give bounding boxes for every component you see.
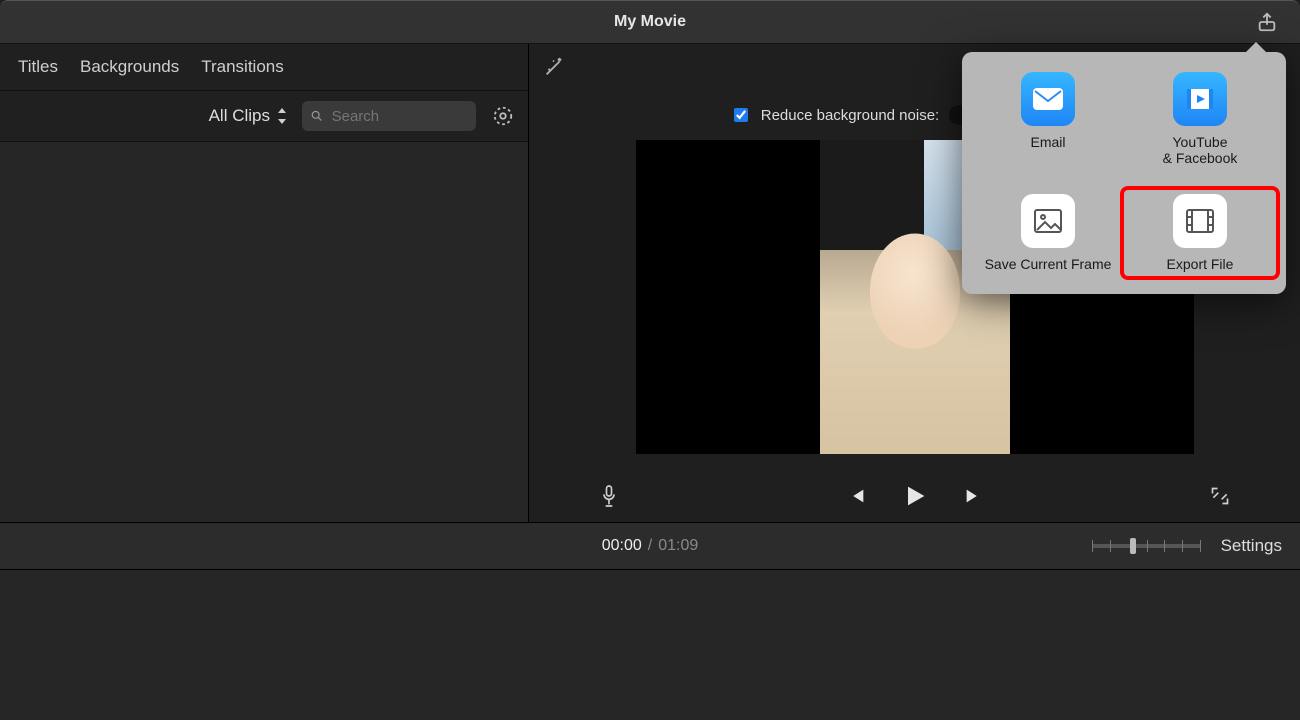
enhance-button[interactable] bbox=[543, 56, 565, 78]
image-icon bbox=[1021, 194, 1075, 248]
zoom-thumb[interactable] bbox=[1130, 538, 1136, 554]
noise-reduction-label: Reduce background noise: bbox=[761, 107, 939, 124]
voiceover-button[interactable] bbox=[599, 484, 619, 508]
total-duration: 01:09 bbox=[658, 537, 698, 555]
project-title: My Movie bbox=[0, 1, 1300, 43]
next-button[interactable] bbox=[963, 485, 985, 507]
gear-icon bbox=[492, 105, 514, 127]
share-button[interactable] bbox=[1254, 9, 1280, 35]
share-youtube-facebook-button[interactable]: YouTube & Facebook bbox=[1124, 68, 1276, 170]
timecode: 00:00 / 01:09 bbox=[602, 537, 699, 555]
media-tabs: Titles Backgrounds Transitions bbox=[0, 44, 528, 91]
search-icon bbox=[310, 108, 324, 124]
microphone-icon bbox=[599, 484, 619, 508]
tab-backgrounds[interactable]: Backgrounds bbox=[80, 57, 179, 77]
play-button[interactable] bbox=[901, 482, 929, 510]
fullscreen-button[interactable] bbox=[1210, 486, 1230, 506]
export-file-button[interactable]: Export File bbox=[1124, 190, 1276, 276]
clips-filter-label: All Clips bbox=[209, 106, 270, 126]
share-youtube-facebook-label: YouTube & Facebook bbox=[1163, 134, 1238, 166]
zoom-slider[interactable] bbox=[1092, 544, 1200, 548]
current-time: 00:00 bbox=[602, 537, 642, 555]
search-input[interactable] bbox=[330, 107, 468, 126]
share-email-label: Email bbox=[1030, 134, 1065, 150]
prev-button[interactable] bbox=[845, 485, 867, 507]
save-current-frame-button[interactable]: Save Current Frame bbox=[972, 190, 1124, 276]
browser-panel: Titles Backgrounds Transitions All Clips bbox=[0, 44, 529, 522]
titlebar: My Movie bbox=[0, 0, 1300, 44]
timeline-area[interactable] bbox=[0, 570, 1300, 720]
email-icon bbox=[1021, 72, 1075, 126]
tab-transitions[interactable]: Transitions bbox=[201, 57, 284, 77]
film-icon bbox=[1173, 194, 1227, 248]
timeline-toolbar: 00:00 / 01:09 Settings bbox=[0, 522, 1300, 570]
updown-icon bbox=[276, 108, 288, 124]
save-current-frame-label: Save Current Frame bbox=[985, 256, 1112, 272]
wand-icon bbox=[543, 56, 565, 78]
play-icon bbox=[901, 482, 929, 510]
export-file-label: Export File bbox=[1167, 256, 1234, 272]
clips-filter-dropdown[interactable]: All Clips bbox=[209, 106, 288, 126]
browser-toolbar: All Clips bbox=[0, 91, 528, 142]
time-separator: / bbox=[648, 537, 652, 555]
clips-browser[interactable] bbox=[0, 142, 528, 522]
search-field[interactable] bbox=[302, 101, 476, 131]
video-share-icon bbox=[1173, 72, 1227, 126]
timeline-settings-button[interactable]: Settings bbox=[1221, 536, 1282, 556]
share-icon bbox=[1256, 11, 1278, 33]
tab-titles[interactable]: Titles bbox=[18, 57, 58, 77]
skip-forward-icon bbox=[963, 485, 985, 507]
share-popover: Email YouTube & Facebook Save Current Fr… bbox=[962, 52, 1286, 294]
skip-back-icon bbox=[845, 485, 867, 507]
noise-reduction-checkbox[interactable] bbox=[734, 108, 748, 122]
playback-controls bbox=[529, 470, 1300, 522]
share-email-button[interactable]: Email bbox=[972, 68, 1124, 170]
browser-settings-button[interactable] bbox=[490, 103, 516, 129]
expand-icon bbox=[1210, 486, 1230, 506]
